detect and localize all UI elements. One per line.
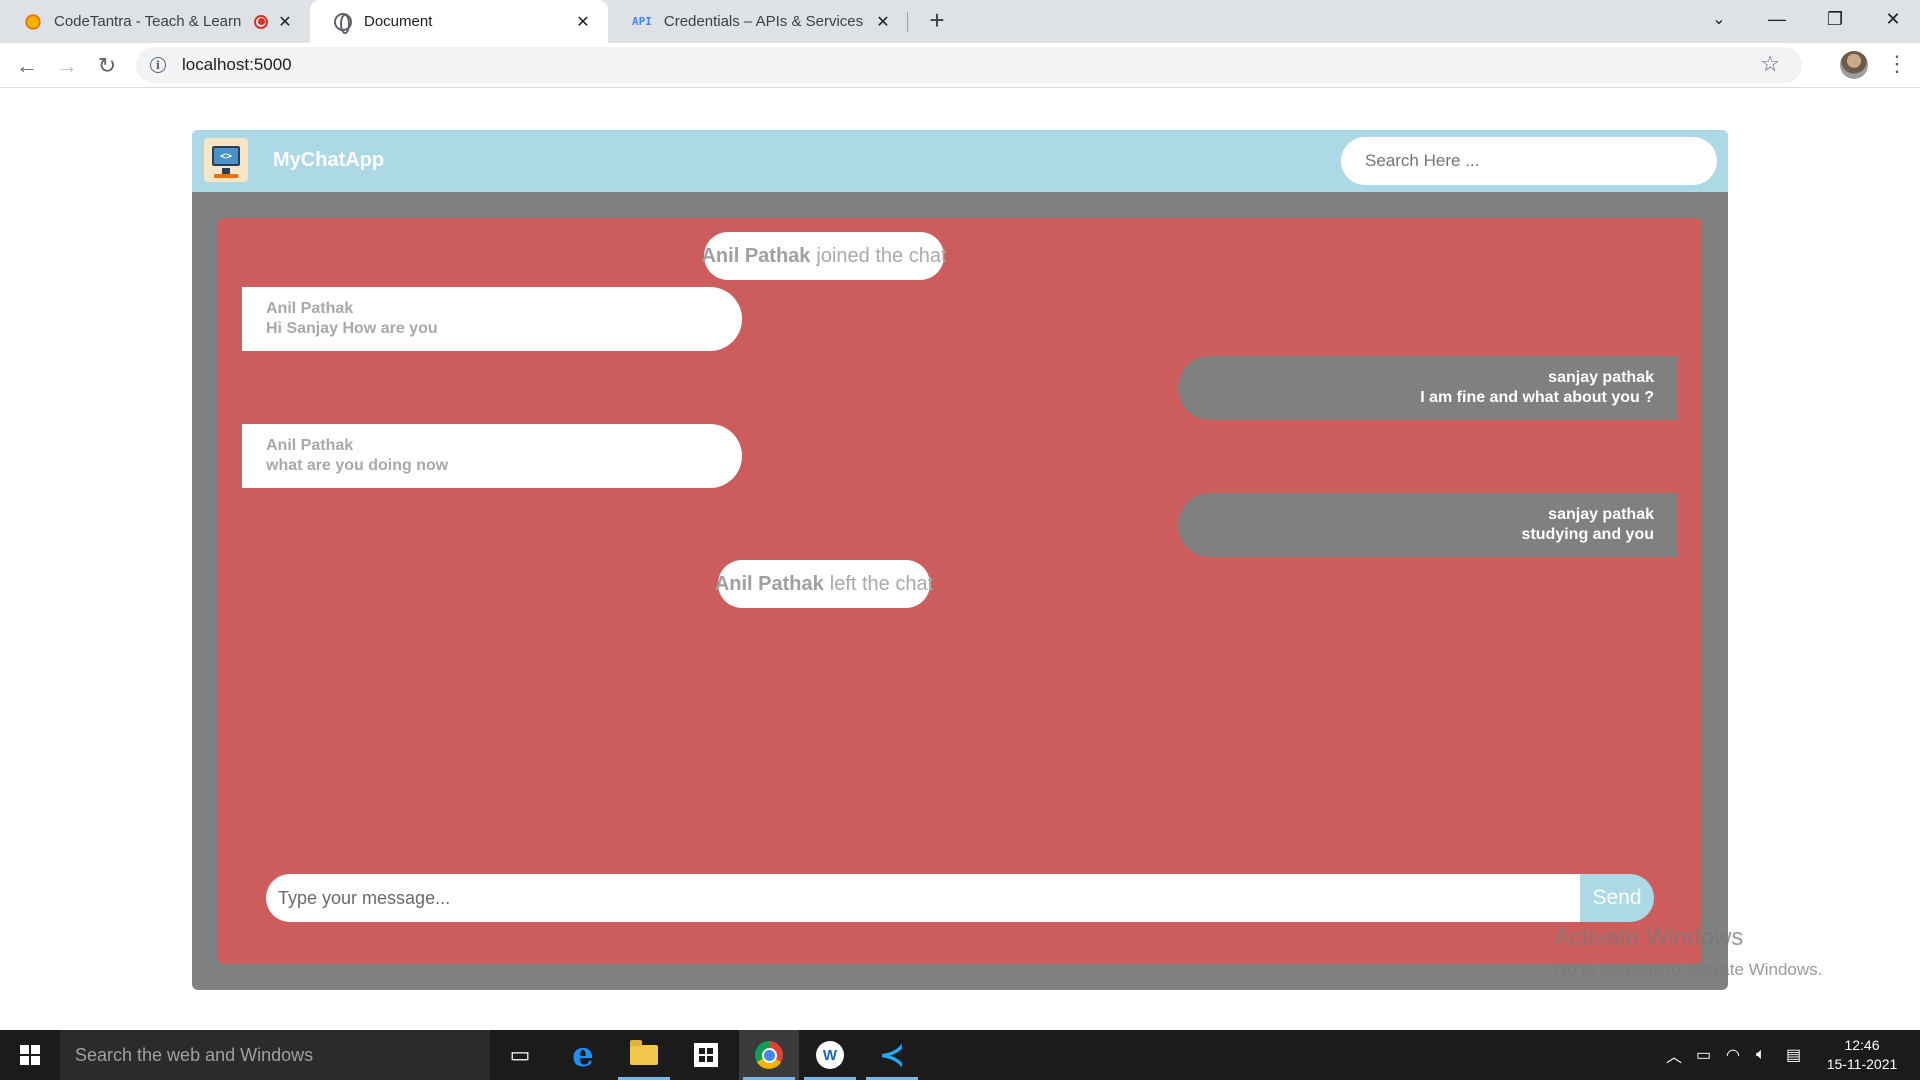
edge-icon[interactable]: e bbox=[553, 1030, 613, 1080]
message-text: Hi Sanjay How are you bbox=[266, 320, 438, 337]
taskbar: Search the web and Windows ▭ e W ≺ ︿ ▭ ◠… bbox=[0, 1030, 1920, 1080]
search-input[interactable] bbox=[1341, 137, 1717, 185]
restore-button[interactable]: ❐ bbox=[1806, 0, 1864, 38]
profile-avatar[interactable] bbox=[1840, 51, 1868, 79]
logo-base bbox=[214, 174, 238, 178]
show-hidden-icons[interactable]: ︿ bbox=[1666, 1030, 1682, 1080]
taskbar-search-placeholder: Search the web and Windows bbox=[75, 1044, 314, 1065]
forward-button[interactable]: → bbox=[52, 51, 82, 81]
logo-code-icon: <> bbox=[212, 146, 240, 166]
send-button[interactable]: Send bbox=[1580, 874, 1654, 922]
tab-codetantra[interactable]: CodeTantra - Teach & Learn ✕ bbox=[0, 0, 310, 43]
notice-text: joined the chat bbox=[816, 244, 947, 267]
activate-windows-watermark: Activate Windows Go to Settings to activ… bbox=[1554, 924, 1822, 980]
close-icon[interactable]: ✕ bbox=[276, 12, 294, 32]
back-button[interactable]: ← bbox=[12, 51, 42, 81]
store-icon[interactable] bbox=[676, 1030, 736, 1080]
taskbar-search[interactable]: Search the web and Windows bbox=[60, 1030, 490, 1080]
notice-user: Anil Pathak bbox=[714, 572, 824, 595]
tab-document[interactable]: Document ✕ bbox=[310, 0, 608, 43]
new-tab-button[interactable]: + bbox=[922, 5, 952, 36]
taskbar-clock[interactable]: 12:46 15-11-2021 bbox=[1814, 1036, 1910, 1074]
file-explorer-icon[interactable] bbox=[614, 1030, 674, 1080]
chat-app: <> MyChatApp Anil Pathak joined the chat… bbox=[192, 130, 1728, 990]
browser-tabstrip: CodeTantra - Teach & Learn ✕ Document ✕ … bbox=[0, 0, 1920, 43]
join-notice: Anil Pathak joined the chat bbox=[701, 232, 947, 280]
tab-search-button[interactable]: ⌄ bbox=[1690, 0, 1748, 38]
message-sender: Anil Pathak bbox=[266, 300, 354, 317]
wifi-icon[interactable]: ◠ bbox=[1726, 1030, 1740, 1080]
message-container[interactable]: Anil Pathak joined the chat Anil Pathak … bbox=[218, 218, 1702, 964]
message-text: what are you doing now bbox=[266, 457, 449, 474]
address-bar[interactable]: i localhost:5000 ☆ bbox=[136, 47, 1802, 83]
app-header: <> MyChatApp bbox=[192, 130, 1728, 192]
globe-icon bbox=[334, 12, 352, 34]
message-sender: Anil Pathak bbox=[266, 437, 354, 454]
chrome-icon[interactable] bbox=[739, 1030, 799, 1080]
clock-time: 12:46 bbox=[1844, 1037, 1880, 1053]
vscode-icon[interactable]: ≺ bbox=[862, 1030, 922, 1080]
app-icon[interactable]: W bbox=[800, 1030, 860, 1080]
message-sender: sanjay pathak bbox=[1548, 506, 1654, 523]
message-input[interactable] bbox=[266, 874, 1580, 922]
start-button[interactable] bbox=[0, 1030, 60, 1080]
reload-button[interactable]: ↻ bbox=[92, 51, 122, 81]
message-incoming: Anil Pathak what are you doing now bbox=[242, 424, 742, 488]
tab-title: Document bbox=[364, 13, 433, 30]
message-outgoing: sanjay pathak I am fine and what about y… bbox=[1178, 356, 1678, 420]
close-icon[interactable]: ✕ bbox=[874, 12, 892, 32]
message-outgoing: sanjay pathak studying and you bbox=[1178, 493, 1678, 557]
recording-icon bbox=[254, 14, 268, 29]
clock-date: 15-11-2021 bbox=[1826, 1056, 1898, 1072]
app-logo: <> bbox=[204, 138, 248, 182]
message-form: Send bbox=[266, 874, 1654, 922]
leave-notice: Anil Pathak left the chat bbox=[714, 560, 934, 608]
notice-user: Anil Pathak bbox=[701, 244, 811, 267]
watermark-subtitle: Go to Settings to activate Windows. bbox=[1554, 960, 1823, 979]
task-view-icon[interactable]: ▭ bbox=[490, 1030, 550, 1080]
volume-icon[interactable]: 🔈︎ bbox=[1756, 1030, 1766, 1080]
api-icon: API bbox=[632, 15, 652, 28]
windows-icon bbox=[20, 1045, 40, 1065]
close-icon[interactable]: ✕ bbox=[574, 12, 592, 32]
minimize-button[interactable]: — bbox=[1748, 0, 1806, 38]
tab-title: Credentials – APIs & Services – M bbox=[663, 13, 866, 30]
tab-title: CodeTantra - Teach & Learn bbox=[54, 13, 242, 30]
browser-menu-icon[interactable]: ⋮ bbox=[1886, 51, 1908, 77]
tab-credentials[interactable]: API Credentials – APIs & Services – M ✕ bbox=[608, 0, 908, 43]
message-text: I am fine and what about you ? bbox=[1420, 389, 1654, 406]
notifications-icon[interactable]: ▤ bbox=[1786, 1030, 1801, 1080]
url-text: localhost:5000 bbox=[182, 55, 292, 74]
browser-toolbar: ← → ↻ i localhost:5000 ☆ ⋮ bbox=[0, 43, 1920, 88]
battery-icon[interactable]: ▭ bbox=[1696, 1030, 1711, 1080]
message-incoming: Anil Pathak Hi Sanjay How are you bbox=[242, 287, 742, 351]
bookmark-star-icon[interactable]: ☆ bbox=[1760, 51, 1780, 77]
message-sender: sanjay pathak bbox=[1548, 369, 1654, 386]
notice-text: left the chat bbox=[829, 572, 934, 595]
window-close-button[interactable]: ✕ bbox=[1864, 0, 1920, 38]
watermark-title: Activate Windows bbox=[1554, 924, 1744, 951]
tab-separator bbox=[907, 12, 908, 32]
message-text: studying and you bbox=[1521, 526, 1654, 543]
codetantra-sun-icon bbox=[24, 12, 42, 31]
info-icon[interactable]: i bbox=[150, 57, 166, 73]
app-title: MyChatApp bbox=[273, 149, 385, 171]
